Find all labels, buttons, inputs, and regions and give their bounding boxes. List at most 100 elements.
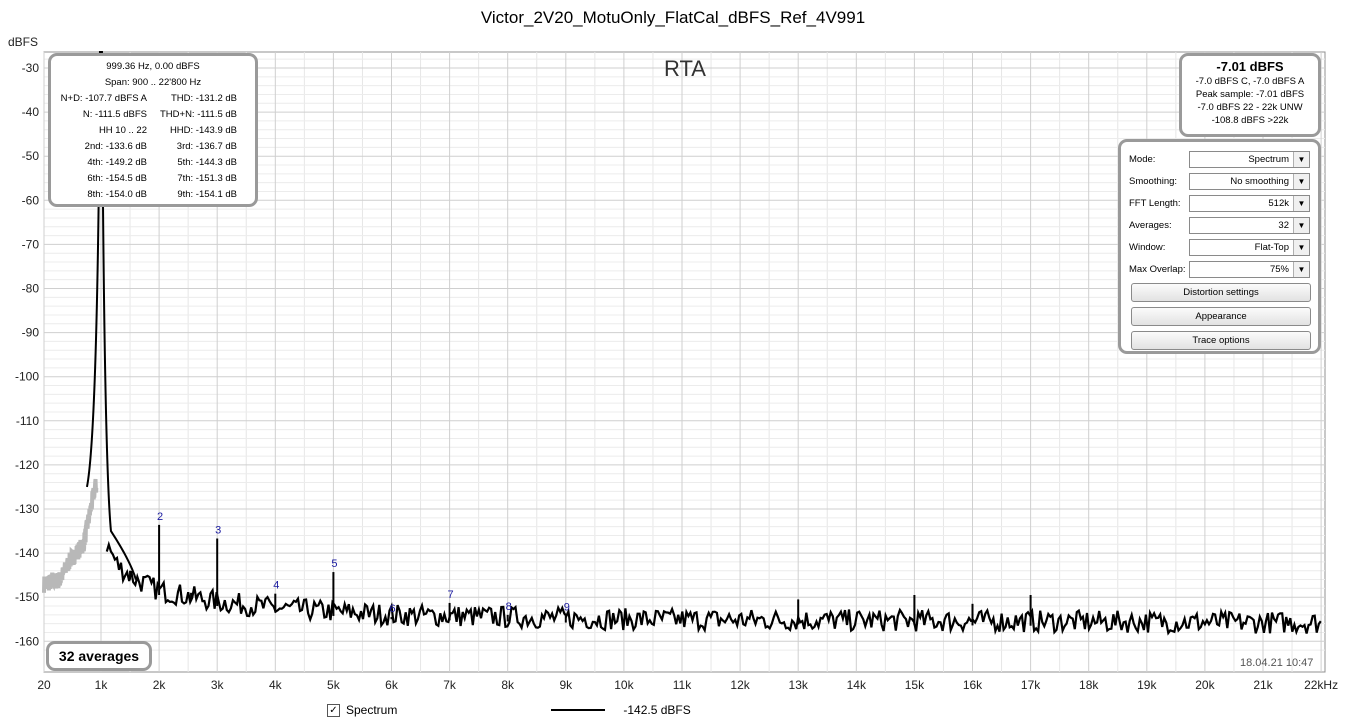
distortion-settings-button[interactable]: Distortion settings [1131, 283, 1311, 302]
y-tick-label: -130 [15, 502, 39, 516]
x-tick-label: 19k [1137, 678, 1157, 692]
harmonic-label: 5 [331, 558, 337, 570]
x-tick-label: 2k [153, 678, 167, 692]
chevron-down-icon[interactable]: ▼ [1293, 195, 1309, 211]
fft-length-label: FFT Length: [1129, 197, 1181, 209]
y-tick-label: -80 [22, 282, 40, 296]
chevron-down-icon[interactable]: ▼ [1293, 261, 1309, 277]
info-left: 4th: -149.2 dB [87, 157, 147, 168]
max-overlap-row: Max Overlap: 75% ▼ [1129, 258, 1310, 280]
x-tick-label: 14k [847, 678, 867, 692]
info-right: 5th: -144.3 dB [177, 157, 237, 168]
harmonic-label: 6 [389, 603, 395, 615]
info-row: N+D: -107.7 dBFS A THD: -131.2 dB [57, 91, 249, 107]
info-right: 3rd: -136.7 dB [176, 141, 237, 152]
harmonic-label: 2 [157, 511, 163, 523]
harmonic-label: 9 [564, 601, 570, 613]
info-right: 7th: -151.3 dB [177, 173, 237, 184]
averages-badge: 32 averages [46, 641, 152, 671]
averages-row: Averages: 32 ▼ [1129, 214, 1310, 236]
y-tick-label: -50 [22, 149, 40, 163]
info-right: THD+N: -111.5 dB [160, 109, 237, 120]
fft-length-select[interactable]: 512k ▼ [1188, 194, 1310, 212]
x-tick-labels: 20 1k 2k 3k 4k 5k 6k 7k 8k 9k 10k 11k 12k 13k 14k 15k 16… [37, 678, 1338, 692]
info-row: 4th: -149.2 dB 5th: -144.3 dB [57, 155, 249, 171]
x-tick-label: 22kHz [1304, 678, 1338, 692]
x-tick-label: 7k [443, 678, 457, 692]
y-tick-label: -30 [22, 61, 40, 75]
fft-length-row: FFT Length: 512k ▼ [1129, 192, 1310, 214]
averages-value: 32 [1278, 219, 1289, 231]
mode-value: Spectrum [1248, 153, 1289, 165]
x-tick-label: 3k [211, 678, 225, 692]
info-left: N: -111.5 dBFS [82, 109, 147, 120]
max-overlap-value: 75% [1269, 263, 1289, 275]
x-tick-label: 1k [95, 678, 109, 692]
x-tick-label: 10k [614, 678, 634, 692]
info-left: 2nd: -133.6 dB [84, 141, 147, 152]
controls-panel: Mode: Spectrum ▼ Smoothing: No smoothing ▼… [1118, 139, 1321, 354]
harmonic-label: 3 [215, 525, 221, 537]
averages-select[interactable]: 32 ▼ [1188, 216, 1310, 234]
legend: ✓ Spectrum -142.5 dBFS [327, 702, 691, 718]
window-row: Window: Flat-Top ▼ [1129, 236, 1310, 258]
y-tick-labels: -30 -40 -50 -60 -70 -80 -90 -100 -110 -120 -130 -14… [15, 61, 39, 648]
info-left: 6th: -154.5 dB [87, 173, 147, 184]
timestamp: 18.04.21 10:47 [1240, 657, 1314, 669]
x-tick-label: 18k [1079, 678, 1099, 692]
window-label: Window: [1129, 241, 1166, 253]
harmonic-label: 8 [506, 601, 512, 613]
x-tick-label: 5k [327, 678, 341, 692]
distortion-info-panel: 999.36 Hz, 0.00 dBFS Span: 900 .. 22'800… [48, 53, 258, 207]
x-tick-label: 15k [905, 678, 925, 692]
smoothing-value: No smoothing [1230, 175, 1289, 187]
legend-value: -142.5 dBFS [623, 703, 691, 717]
appearance-button[interactable]: Appearance [1131, 307, 1311, 326]
y-tick-label: -160 [15, 634, 39, 648]
legend-series-name: Spectrum [346, 703, 398, 717]
fundamental-readout: 999.36 Hz, 0.00 dBFS [106, 61, 200, 72]
x-tick-label: 12k [730, 678, 750, 692]
chevron-down-icon[interactable]: ▼ [1293, 173, 1309, 189]
averages-label: Averages: [1129, 219, 1172, 231]
level-panel: -7.01 dBFS -7.0 dBFS C, -7.0 dBFS A Peak… [1179, 53, 1321, 137]
y-tick-label: -120 [15, 458, 39, 472]
info-left: 8th: -154.0 dB [87, 189, 147, 200]
x-tick-label: 16k [963, 678, 983, 692]
window-value: Flat-Top [1254, 241, 1289, 253]
trace-options-button[interactable]: Trace options [1131, 331, 1311, 350]
y-tick-label: -100 [15, 370, 39, 384]
y-tick-label: -60 [22, 193, 40, 207]
x-tick-label: 4k [269, 678, 283, 692]
harmonic-label: 7 [448, 589, 454, 601]
mode-select[interactable]: Spectrum ▼ [1188, 150, 1310, 168]
y-tick-label: -90 [22, 326, 40, 340]
info-row: 8th: -154.0 dB 9th: -154.1 dB [57, 187, 249, 203]
window-select[interactable]: Flat-Top ▼ [1188, 238, 1310, 256]
info-row: 6th: -154.5 dB 7th: -151.3 dB [57, 171, 249, 187]
chevron-down-icon[interactable]: ▼ [1293, 151, 1309, 167]
info-left: N+D: -107.7 dBFS A [60, 93, 147, 104]
legend-line-swatch [551, 709, 606, 711]
smoothing-select[interactable]: No smoothing ▼ [1188, 172, 1310, 190]
level-main-readout: -7.01 dBFS [1216, 59, 1284, 74]
x-tick-label: 20k [1195, 678, 1215, 692]
unweighted-readout: -7.0 dBFS 22 - 22k UNW [1197, 102, 1303, 113]
chevron-down-icon[interactable]: ▼ [1293, 239, 1309, 255]
info-row: HH 10 .. 22 HHD: -143.9 dB [57, 123, 249, 139]
y-tick-label: -140 [15, 546, 39, 560]
chevron-down-icon[interactable]: ▼ [1293, 217, 1309, 233]
above-22k-readout: -108.8 dBFS >22k [1211, 115, 1289, 126]
peak-sample-readout: Peak sample: -7.01 dBFS [1195, 89, 1305, 100]
max-overlap-select[interactable]: 75% ▼ [1188, 260, 1310, 278]
fft-length-value: 512k [1268, 197, 1289, 209]
span-readout: Span: 900 .. 22'800 Hz [104, 77, 202, 88]
spectrum-checkbox[interactable]: ✓ [327, 703, 340, 717]
y-tick-label: -110 [16, 414, 39, 428]
x-tick-label: 17k [1021, 678, 1041, 692]
info-row: N: -111.5 dBFS THD+N: -111.5 dB [57, 107, 249, 123]
x-tick-label: 20 [37, 678, 51, 692]
y-tick-label: -150 [15, 590, 39, 604]
x-tick-label: 6k [385, 678, 399, 692]
y-tick-label: -40 [22, 105, 40, 119]
